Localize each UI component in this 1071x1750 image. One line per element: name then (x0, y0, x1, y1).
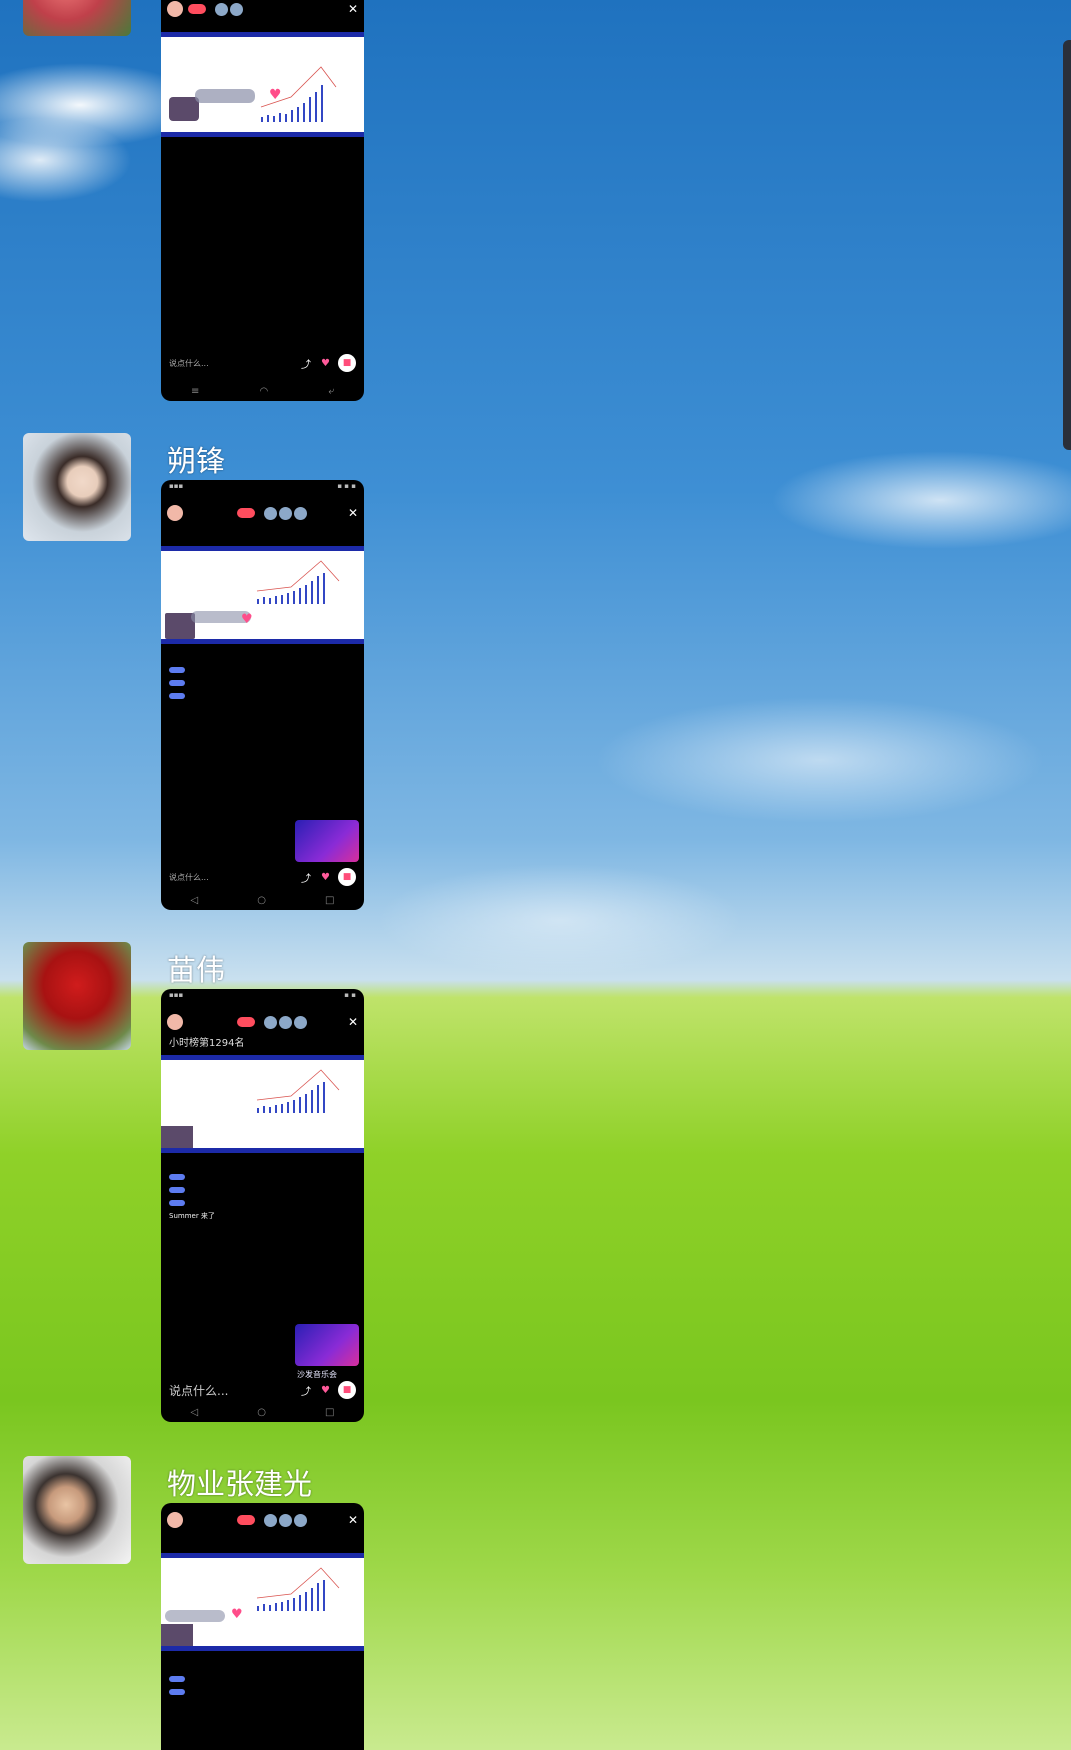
streamer-avatar (167, 1, 183, 17)
share-icon: ⤴ (301, 1386, 312, 1398)
comment-bar: 说点什么... ⤴ ♥ ■ (169, 868, 356, 886)
comment-input: 说点什么... (169, 872, 209, 882)
promo-card: 沙发音乐会 (295, 1324, 359, 1379)
like-icon: ♥ (321, 357, 330, 369)
back-icon: ◁ (190, 895, 199, 906)
close-icon: ✕ (347, 2, 358, 16)
gift-icon: ■ (338, 1381, 356, 1399)
follow-button (188, 4, 206, 14)
chat-line (169, 1171, 356, 1184)
hourly-rank: 小时榜第1294名 (169, 1038, 245, 1049)
promo-card (295, 820, 359, 862)
comment-bar: 说点什么... ⤴ ♥ ■ (169, 354, 356, 372)
streamer-avatar (167, 1512, 183, 1528)
close-icon: ✕ (347, 506, 358, 520)
live-stream-screenshot[interactable]: ✕ ♥ (161, 0, 364, 401)
chat-line (169, 664, 356, 677)
flower-avatar[interactable] (23, 0, 131, 36)
recents-icon: □ (325, 1407, 335, 1418)
streamer-avatar (167, 505, 183, 521)
comment-input: 说点什么... (169, 1383, 229, 1398)
presentation-slide (161, 1055, 364, 1153)
follow-button (237, 508, 255, 518)
presenter-thumbnail (161, 1126, 193, 1148)
home-icon: ○ (257, 1407, 266, 1418)
red-tree-avatar[interactable] (23, 942, 131, 1050)
android-nav-bar: ◁ ○ □ (161, 1407, 364, 1418)
close-icon: ✕ (347, 1513, 358, 1527)
slide-chart: ♥ (161, 1567, 340, 1646)
gift-icon: ■ (338, 354, 356, 372)
chat-line: Summer 来了 (169, 1212, 215, 1220)
gift-icon: ■ (338, 868, 356, 886)
presentation-slide: ♥ (161, 32, 364, 137)
status-bar: ▪▪▪ ▪ ▪ (169, 991, 356, 999)
chat-line (169, 1686, 356, 1699)
heart-icon: ♥ (231, 1607, 243, 1622)
stream-header: ✕ (161, 1505, 364, 1535)
android-nav-bar: ≡ ◠ ⤶ (161, 386, 364, 397)
heart-icon: ♥ (269, 87, 282, 103)
menu-icon: ≡ (191, 386, 200, 397)
heart-icon: ♥ (241, 612, 253, 627)
chat-line (169, 690, 356, 703)
share-icon: ⤴ (301, 359, 312, 371)
close-icon: ✕ (347, 1015, 358, 1029)
live-stream-screenshot[interactable]: ▪▪▪ ▪ ▪ ▪ ✕ ♥ 说点什么... ⤴ ♥ ■ ◁ ○ □ (161, 480, 364, 910)
back-icon: ⤶ (328, 386, 334, 397)
like-icon: ♥ (321, 871, 330, 883)
live-stream-screenshot[interactable]: ✕ ♥ (161, 1503, 364, 1750)
viewer-avatars (264, 1015, 307, 1029)
presentation-slide: ♥ (161, 546, 364, 644)
chat-line (169, 1184, 356, 1197)
viewer-avatars (264, 506, 307, 520)
hourly-rank (161, 1535, 364, 1549)
status-bar: ▪▪▪ ▪ ▪ ▪ (169, 482, 356, 490)
chat-line (169, 1673, 356, 1686)
home-icon: ○ (257, 895, 266, 906)
back-icon: ◁ (190, 1407, 199, 1418)
stream-header: ✕ (161, 0, 364, 24)
live-stream-screenshot[interactable]: ▪▪▪ ▪ ▪ ✕ 小时榜第1294名 Summer 来了 沙发音乐会 说点什么… (161, 989, 364, 1422)
sender-name: 朔锋 (167, 444, 226, 478)
follow-button (237, 1515, 255, 1525)
presenter-thumbnail (165, 613, 195, 639)
boy-avatar[interactable] (23, 1456, 131, 1564)
chat-list (161, 1651, 364, 1699)
chat-line (169, 677, 356, 690)
slide-chart: ♥ (169, 66, 337, 122)
streamer-avatar (167, 1014, 183, 1030)
comment-input: 说点什么... (169, 358, 209, 368)
chat-line (169, 1197, 356, 1210)
sender-name: 物业张建光 (167, 1467, 313, 1501)
presentation-slide: ♥ (161, 1553, 364, 1651)
android-nav-bar: ◁ ○ □ (161, 895, 364, 906)
home-icon: ◠ (259, 386, 269, 397)
chat-list (161, 137, 364, 159)
stream-header: ✕ (161, 1007, 364, 1037)
viewer-avatars (215, 2, 243, 16)
follow-button (237, 1017, 255, 1027)
slide-chart: ♥ (165, 560, 340, 639)
share-icon: ⤴ (301, 873, 312, 885)
presenter-thumbnail (169, 97, 199, 121)
chat-list (161, 644, 364, 703)
chat-list: Summer 来了 (161, 1153, 364, 1223)
stream-header: ✕ (161, 498, 364, 528)
recents-icon: □ (325, 895, 335, 906)
promo-label: 沙发音乐会 (297, 1370, 337, 1379)
scroll-handle[interactable] (1063, 40, 1071, 450)
comment-bar: 说点什么... ⤴ ♥ ■ (169, 1381, 356, 1399)
hourly-rank (161, 528, 364, 542)
woman-scarf-avatar[interactable] (23, 433, 131, 541)
sender-name: 苗伟 (167, 953, 226, 987)
viewer-avatars (264, 1513, 307, 1527)
slide-chart (161, 1069, 340, 1148)
like-icon: ♥ (321, 1384, 330, 1396)
presenter-thumbnail (161, 1624, 193, 1646)
